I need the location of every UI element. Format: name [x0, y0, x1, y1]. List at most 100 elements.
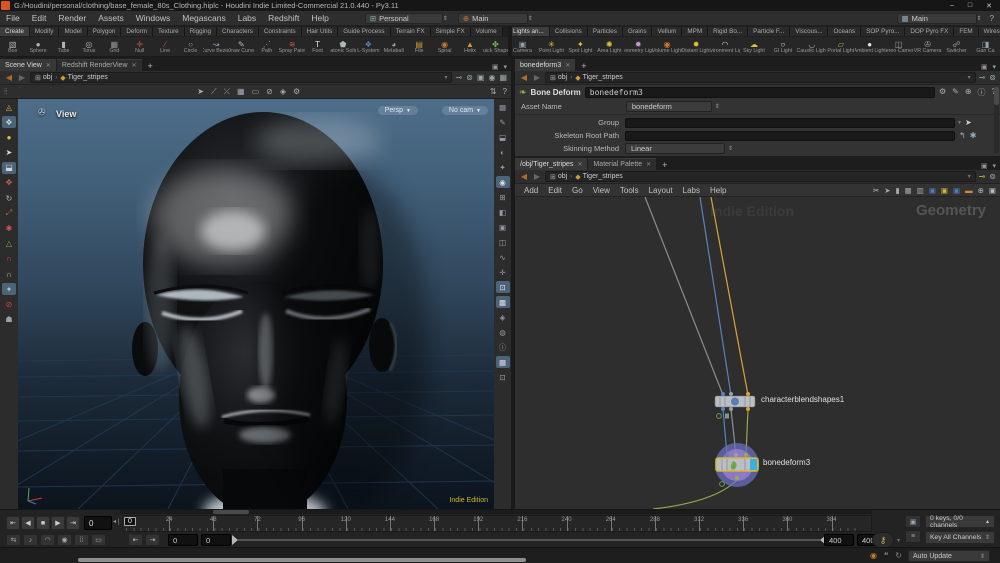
- message-log-icon[interactable]: ❝: [884, 551, 888, 560]
- jump-start-icon[interactable]: ⇤: [128, 534, 143, 546]
- minimize-button[interactable]: –: [950, 2, 954, 10]
- desktop-spinner[interactable]: ⇕: [977, 15, 982, 22]
- shelf-tool[interactable]: ✺ Area Light: [595, 37, 624, 57]
- close-tab-icon[interactable]: ✕: [46, 62, 51, 69]
- shelf-tool[interactable]: ◫ Stereo Camera: [884, 37, 913, 57]
- refresh-icon[interactable]: ↻: [895, 551, 902, 560]
- shelf-divider[interactable]: [508, 26, 512, 57]
- viewport-side-tool-icon[interactable]: ❖: [2, 116, 16, 128]
- skeleton-root-input[interactable]: [625, 131, 955, 141]
- forward-icon[interactable]: ▶: [17, 73, 27, 82]
- display-option-icon[interactable]: ∿: [496, 251, 510, 263]
- grid-snap-icon[interactable]: ⦙⦙: [4, 87, 8, 97]
- param-header-icon[interactable]: ⊕: [965, 87, 972, 98]
- network-toolbar-icon[interactable]: ▬: [965, 186, 973, 195]
- shelf-tab[interactable]: SOP Pyro...: [861, 27, 905, 36]
- network-menu-item[interactable]: Go: [567, 186, 588, 195]
- shelf-tab[interactable]: Vellum: [652, 27, 682, 36]
- camera-select-button[interactable]: No cam▼: [442, 106, 488, 115]
- path-field[interactable]: ⊞obj › ◆Tiger_stripes ▾: [545, 171, 976, 182]
- network-toolbar-icon[interactable]: ▣: [941, 186, 948, 195]
- pane-menu-icon[interactable]: ▾: [992, 162, 996, 170]
- shelf-tool[interactable]: ✤ Quick Shapes: [483, 37, 508, 57]
- add-pane-tab-button[interactable]: +: [143, 61, 158, 71]
- shelf-tool[interactable]: ▤ File: [407, 37, 432, 57]
- viewport-side-tool-icon[interactable]: ✥: [2, 177, 16, 189]
- pane-tab[interactable]: /obj/Tiger_stripes✕: [515, 158, 587, 170]
- range-start-field[interactable]: 0: [168, 534, 198, 546]
- pane-tab[interactable]: Scene View✕: [0, 59, 56, 71]
- shelf-tab[interactable]: Model: [59, 27, 87, 36]
- shelf-tab[interactable]: Rigging: [185, 27, 217, 36]
- display-option-icon[interactable]: ⊡: [496, 281, 510, 293]
- close-tab-icon[interactable]: ✕: [577, 161, 582, 168]
- shelf-tool[interactable]: ○ Circle: [178, 37, 203, 57]
- add-pane-tab-button[interactable]: +: [576, 61, 591, 71]
- display-option-icon[interactable]: ◫: [496, 236, 510, 248]
- display-option-icon[interactable]: ⬓: [496, 131, 510, 143]
- auto-update-dropdown[interactable]: Auto Update⇕: [908, 550, 990, 562]
- shelf-tool[interactable]: ◡ Caustic Light: [797, 37, 826, 57]
- shelf-tab[interactable]: Wires: [979, 27, 1000, 36]
- shelf-tool[interactable]: ○ GI Light: [768, 37, 797, 57]
- shelf-tool[interactable]: ◎ Torus: [76, 37, 101, 57]
- viewport-side-tool-icon[interactable]: ∩: [2, 253, 16, 265]
- network-menu-item[interactable]: View: [588, 186, 615, 195]
- shelf-tab[interactable]: Deform: [121, 27, 153, 36]
- network-menu-item[interactable]: Tools: [615, 186, 644, 195]
- node-label[interactable]: bonedeform3: [763, 458, 810, 467]
- viewport-side-tool-icon[interactable]: ✦: [2, 283, 16, 295]
- viewport-tool-icon[interactable]: ⇅: [490, 87, 497, 96]
- viewport-tool-icon[interactable]: ▦: [237, 87, 245, 97]
- shelf-tool[interactable]: ◉ Spiral: [432, 37, 457, 57]
- shelf-tool[interactable]: ▧ Box: [0, 37, 25, 57]
- back-icon[interactable]: ◀: [519, 172, 529, 181]
- network-menu-item[interactable]: Edit: [543, 186, 567, 195]
- network-toolbar-icon[interactable]: ✂: [873, 186, 879, 195]
- param-header-icon[interactable]: ⚙: [939, 87, 946, 98]
- viewport-tool-icon[interactable]: ⚙: [293, 87, 300, 97]
- playbar-scrollbar[interactable]: [120, 510, 872, 514]
- timeline-ruler[interactable]: 2448729612014416819221624026428831233636…: [122, 515, 872, 532]
- shelf-tab[interactable]: Guide Process: [338, 27, 390, 36]
- viewport-tool-icon[interactable]: ◈: [280, 87, 286, 97]
- shelf-tab[interactable]: Lights an...: [508, 27, 550, 36]
- display-option-icon[interactable]: ◧: [496, 206, 510, 218]
- shelf-tab[interactable]: Oceans: [828, 27, 861, 36]
- viewport-side-tool-icon[interactable]: ●: [2, 131, 16, 143]
- network-menu-item[interactable]: Labs: [678, 186, 705, 195]
- viewport-tool-icon[interactable]: ➤: [197, 87, 204, 97]
- display-option-icon[interactable]: ◈: [496, 311, 510, 323]
- pin-icon[interactable]: ⊸: [979, 73, 986, 82]
- range-end-field[interactable]: 400: [824, 534, 854, 546]
- shelf-tool[interactable]: ✹ Distant Light: [682, 37, 711, 57]
- shelf-tab[interactable]: Create: [0, 27, 30, 36]
- viewport-tool-icon[interactable]: ?: [503, 87, 507, 96]
- camera-lock-icon[interactable]: ◉: [488, 73, 495, 82]
- asset-name-spinner[interactable]: ⇕: [715, 103, 720, 110]
- viewport-side-tool-icon[interactable]: ☗: [2, 314, 16, 326]
- network-canvas[interactable]: Indie Edition Geometry: [515, 197, 1000, 509]
- playback-option-icon[interactable]: ♪: [23, 534, 38, 546]
- node-label[interactable]: characterblendshapes1: [761, 395, 844, 404]
- desktop-dropdown[interactable]: ▦Main: [897, 13, 977, 24]
- shelf-tab[interactable]: Rigid Bo...: [708, 27, 748, 36]
- shelf-tab[interactable]: Texture: [153, 27, 185, 36]
- radial-menu-spinner[interactable]: ⇕: [528, 15, 533, 22]
- param-header-icon[interactable]: ⓘ: [978, 87, 986, 98]
- pin-icon[interactable]: ⊸: [455, 73, 462, 82]
- snapshot-icon[interactable]: ▣: [477, 73, 485, 82]
- shelf-tool[interactable]: ✛ Null: [127, 37, 152, 57]
- viewport-tool-icon[interactable]: ▭: [252, 87, 260, 97]
- playback-option-icon[interactable]: ◠: [40, 534, 55, 546]
- menu-item[interactable]: Render: [52, 13, 92, 23]
- pane-menu-icon[interactable]: ▾: [503, 63, 507, 71]
- viewport-side-tool-icon[interactable]: ◬: [2, 101, 16, 113]
- shelf-set-spinner[interactable]: ⇕: [443, 15, 448, 22]
- network-toolbar-icon[interactable]: ▮: [896, 186, 900, 195]
- network-toolbar-icon[interactable]: ▦: [905, 186, 912, 195]
- channel-sliders-icon[interactable]: ≡: [905, 530, 921, 543]
- group-menu-icon[interactable]: ▾: [958, 119, 961, 126]
- group-input[interactable]: [625, 118, 955, 128]
- link-icon[interactable]: ⊚: [466, 73, 473, 82]
